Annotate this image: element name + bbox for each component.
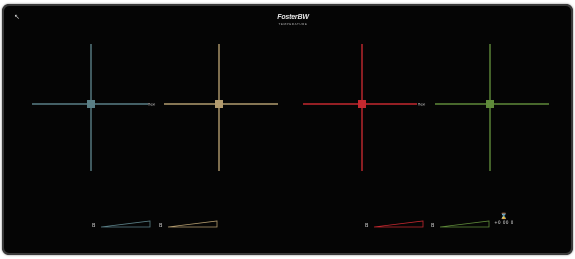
flexi-bridge-label-right[interactable]: flexi xyxy=(418,103,425,107)
timer-control[interactable]: ⌛ +0 00 0 xyxy=(490,213,518,229)
slider-1-icon: B xyxy=(92,223,96,229)
power-slider-zone-3[interactable]: B xyxy=(365,220,424,229)
slider-3-wedge[interactable] xyxy=(373,220,424,228)
slider-4-icon: B xyxy=(431,223,435,229)
slider-4-wedge[interactable] xyxy=(439,220,490,228)
cooking-zones-layer: flexi flexi B B B B xyxy=(32,44,549,229)
power-slider-zone-4[interactable]: B xyxy=(431,220,490,229)
timer-controls[interactable]: +0 00 0 xyxy=(490,220,518,226)
power-slider-zone-2[interactable]: B xyxy=(159,220,218,229)
cooking-zone-1[interactable] xyxy=(32,44,148,171)
timer-icon[interactable]: ⌛ xyxy=(490,213,518,220)
flexi-bridge-label-left[interactable]: flexi xyxy=(148,103,155,107)
zone-3-center-square[interactable] xyxy=(358,100,366,108)
induction-hob-panel: ↖ FosterBW TEMPERATURE flexi flexi B B B… xyxy=(2,4,573,255)
power-slider-zone-1[interactable]: B xyxy=(92,220,151,229)
slider-2-icon: B xyxy=(159,223,163,229)
slider-2-wedge[interactable] xyxy=(167,220,218,228)
zone-1-center-square[interactable] xyxy=(87,100,95,108)
zone-4-center-square[interactable] xyxy=(486,100,494,108)
zone-2-center-square[interactable] xyxy=(215,100,223,108)
slider-1-wedge[interactable] xyxy=(100,220,151,228)
slider-3-icon: B xyxy=(365,223,369,229)
cooking-zone-2[interactable] xyxy=(164,44,278,171)
cooking-zone-3[interactable] xyxy=(303,44,417,171)
cooking-zone-4[interactable] xyxy=(435,44,549,171)
